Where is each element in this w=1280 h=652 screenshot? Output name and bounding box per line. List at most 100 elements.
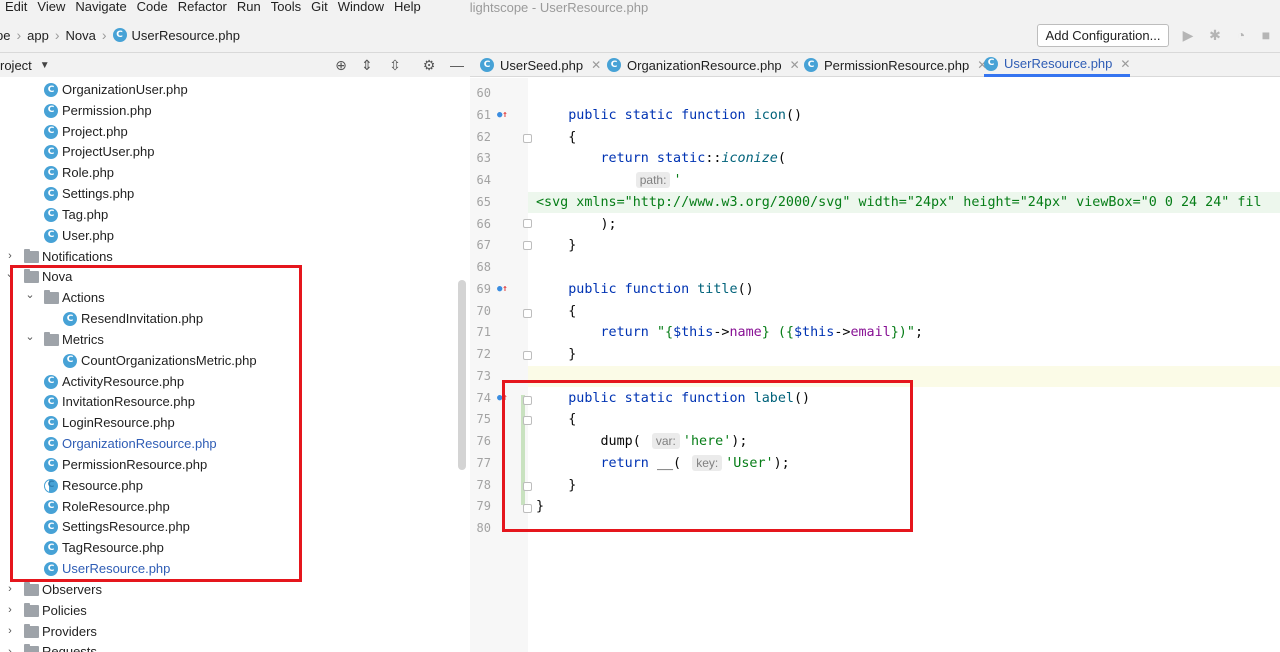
line-number: 65 xyxy=(476,194,491,209)
window-title: lightscope - UserResource.php xyxy=(469,0,649,15)
run-icon[interactable]: ▶ xyxy=(1180,27,1196,43)
chevron-right-icon: › xyxy=(101,27,107,43)
code-line: 66 ); xyxy=(0,214,1280,236)
menu-item-run[interactable]: Run xyxy=(232,0,266,14)
hide-panel-icon[interactable]: — xyxy=(449,57,465,73)
chevron-right-icon[interactable]: › xyxy=(5,604,15,616)
menu-item-code[interactable]: Code xyxy=(132,0,173,14)
code-token: :: xyxy=(705,151,722,167)
tab-label: UserSeed.php xyxy=(500,57,584,73)
code-token: icon xyxy=(753,107,786,123)
breadcrumb: pe › app › Nova › C UserResource.php xyxy=(0,27,240,43)
line-number: 75 xyxy=(476,412,491,427)
code-text: public static function icon() xyxy=(536,105,802,127)
code-line: 62 { xyxy=(0,127,1280,149)
collapse-all-icon[interactable]: ⇳ xyxy=(387,57,403,73)
breadcrumb-item[interactable]: UserResource.php xyxy=(132,28,240,43)
add-configuration-button[interactable]: Add Configuration... xyxy=(1037,24,1169,47)
line-number: 63 xyxy=(476,151,491,166)
code-token: () xyxy=(737,281,754,297)
php-class-icon: C xyxy=(480,58,494,72)
editor-tab[interactable]: C OrganizationResource.php ✕ xyxy=(607,53,800,77)
tree-folder[interactable]: › Providers xyxy=(0,621,470,642)
fold-icon[interactable] xyxy=(523,482,532,491)
breadcrumb-item[interactable]: app xyxy=(27,28,49,43)
gear-icon[interactable]: ⚙ xyxy=(421,57,437,73)
fold-icon[interactable] xyxy=(523,396,532,405)
tree-item-label: Providers xyxy=(42,623,97,639)
line-number: 78 xyxy=(476,477,491,492)
menu-item-git[interactable]: Git xyxy=(306,0,333,14)
locate-file-icon[interactable]: ⊕ xyxy=(333,57,349,73)
line-number: 73 xyxy=(476,368,491,383)
fold-icon[interactable] xyxy=(523,504,532,513)
chevron-right-icon[interactable]: › xyxy=(5,583,15,595)
code-token: -> xyxy=(834,325,851,341)
tab-label: PermissionResource.php xyxy=(824,57,970,73)
menu-item-help[interactable]: Help xyxy=(389,0,426,14)
code-token: email xyxy=(850,325,891,341)
tree-folder[interactable]: › Requests xyxy=(0,641,470,652)
close-icon[interactable]: ✕ xyxy=(790,58,800,72)
code-token: ); xyxy=(536,216,617,232)
chevron-right-icon[interactable]: › xyxy=(5,646,15,652)
breadcrumb-item[interactable]: Nova xyxy=(66,28,96,43)
chevron-right-icon[interactable]: › xyxy=(5,625,15,637)
editor-tab[interactable]: C UserSeed.php ✕ xyxy=(480,53,601,77)
coverage-icon[interactable]: ◔ xyxy=(1233,27,1249,43)
expand-all-icon[interactable]: ⇕ xyxy=(359,57,375,73)
editor-tab[interactable]: C PermissionResource.php ✕ xyxy=(804,53,987,77)
php-class-icon: C xyxy=(607,58,621,72)
chevron-down-icon[interactable]: ▼ xyxy=(40,60,50,71)
code-token: -> xyxy=(713,325,730,341)
close-icon[interactable]: ✕ xyxy=(1120,57,1130,71)
code-token: ' xyxy=(673,173,682,188)
folder-icon xyxy=(24,581,39,596)
menu-item-view[interactable]: View xyxy=(32,0,70,14)
stop-icon[interactable]: ■ xyxy=(1258,27,1274,43)
code-line: 61 ●↑ public static function icon() xyxy=(0,105,1280,127)
breadcrumb-item[interactable]: pe xyxy=(0,28,10,43)
debug-icon[interactable]: ✱ xyxy=(1207,27,1223,43)
code-text: { xyxy=(536,301,576,323)
code-token: } xyxy=(536,238,577,254)
line-number: 79 xyxy=(476,499,491,514)
editor-tab[interactable]: C UserResource.php ✕ xyxy=(984,53,1131,77)
code-line: 60 xyxy=(0,83,1280,105)
code-line: 68 xyxy=(0,257,1280,279)
php-class-icon: C xyxy=(112,28,127,42)
chevron-right-icon: › xyxy=(16,27,22,43)
close-icon[interactable]: ✕ xyxy=(591,58,601,72)
menu-item-edit[interactable]: Edit xyxy=(0,0,32,14)
fold-icon[interactable] xyxy=(523,309,532,318)
code-line: 71 return "{$this->name} ({$this->email}… xyxy=(0,322,1280,344)
tree-item-label: Policies xyxy=(42,602,87,618)
code-text: path: ' xyxy=(536,170,682,192)
menu-item-refactor[interactable]: Refactor xyxy=(173,0,232,14)
project-panel-header: roject ▼ ⊕ ⇕ ⇳ ⚙ — xyxy=(0,53,470,77)
code-text: } xyxy=(536,235,576,257)
override-marker-icon[interactable]: ●↑ xyxy=(497,279,508,301)
code-line: 64 path: ' xyxy=(0,170,1280,192)
code-line: 65 <svg xmlns="http://www.w3.org/2000/svg… xyxy=(477,191,1280,214)
tab-label: OrganizationResource.php xyxy=(627,57,782,73)
tree-folder[interactable]: › Policies xyxy=(0,600,470,621)
fold-icon[interactable] xyxy=(523,134,532,143)
code-line: 72 } xyxy=(0,344,1280,366)
menu-item-window[interactable]: Window xyxy=(333,0,389,14)
code-text: public function title() xyxy=(536,279,754,301)
project-panel-title[interactable]: roject xyxy=(0,58,32,73)
fold-icon[interactable] xyxy=(523,416,532,425)
tree-folder[interactable]: › Observers xyxy=(0,579,470,600)
fold-icon[interactable] xyxy=(523,241,532,250)
code-text: } xyxy=(536,344,576,366)
fold-icon[interactable] xyxy=(523,219,532,228)
line-number: 72 xyxy=(476,347,491,361)
menu-item-tools[interactable]: Tools xyxy=(266,0,306,14)
override-marker-icon[interactable]: ●↑ xyxy=(497,105,508,127)
fold-icon[interactable] xyxy=(523,351,532,360)
menu-item-navigate[interactable]: Navigate xyxy=(70,0,131,14)
